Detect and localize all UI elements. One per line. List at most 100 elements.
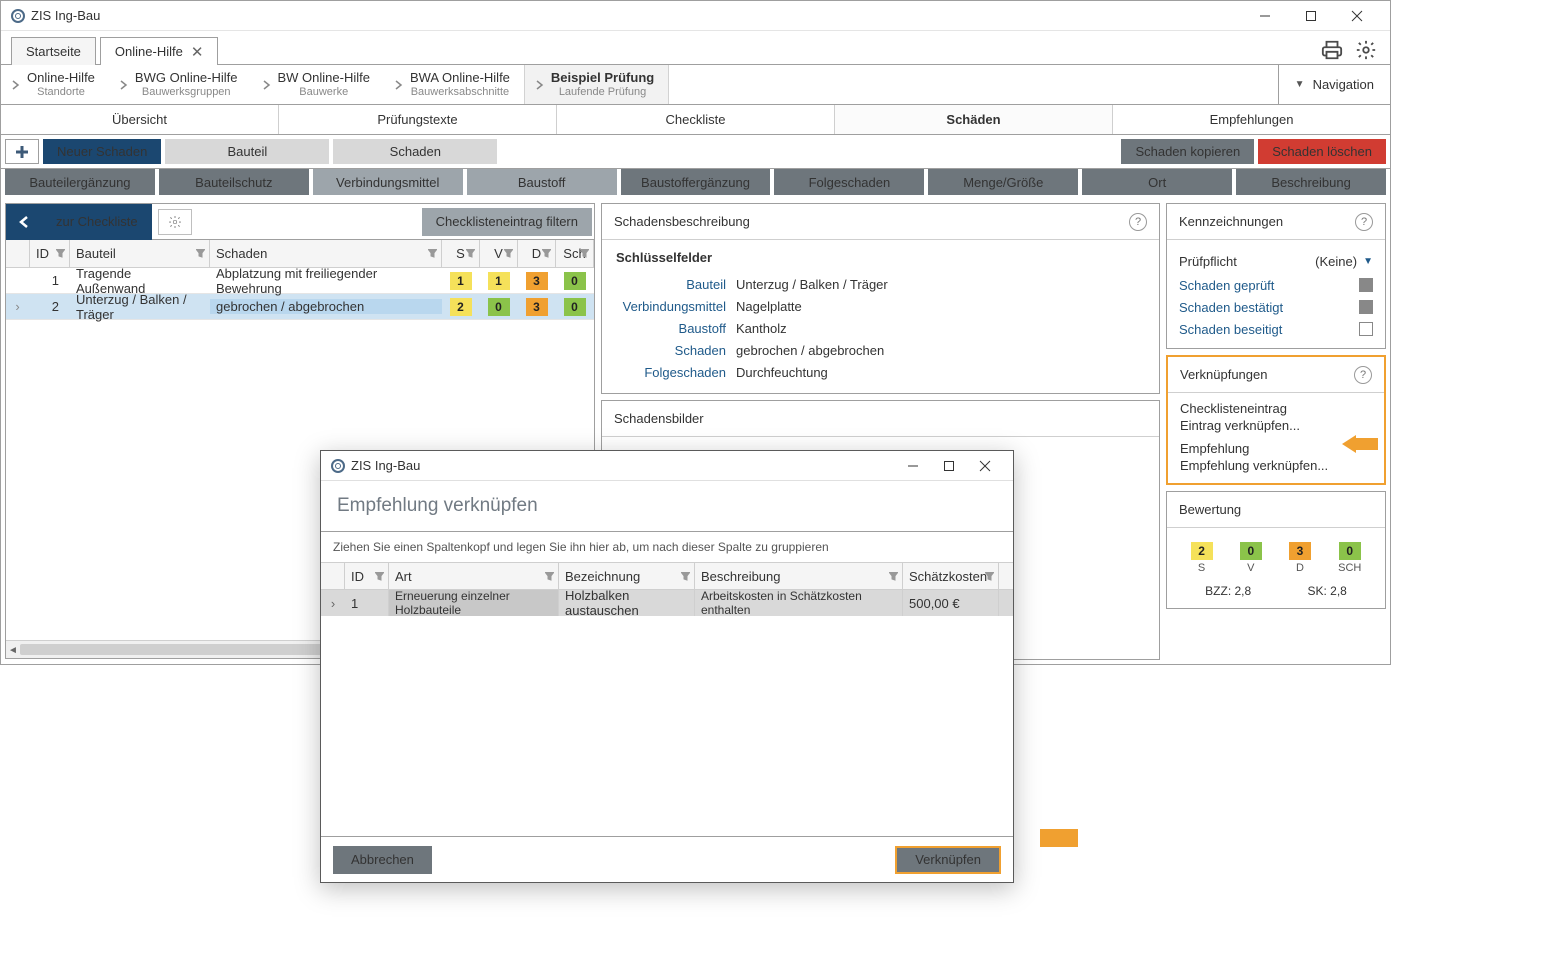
copy-damage-button[interactable]: Schaden kopieren [1121,139,1254,164]
print-icon[interactable] [1318,36,1346,64]
tab-online-hilfe[interactable]: Online-Hilfe ✕ [100,37,219,65]
tab-uebersicht[interactable]: Übersicht [1,105,279,134]
col-d[interactable]: D [518,240,556,267]
schaden-button[interactable]: Schaden [333,139,497,164]
breadcrumb-item[interactable]: BWG Online-HilfeBauwerksgruppen [109,65,252,104]
breadcrumb-item[interactable]: Online-HilfeStandorte [1,65,109,104]
breadcrumb: Online-HilfeStandorte BWG Online-HilfeBa… [1,65,1390,105]
page-tabs: Startseite Online-Hilfe ✕ [1,31,1390,65]
filter-icon[interactable] [580,246,589,261]
close-button[interactable] [1334,1,1380,31]
damage-description-panel: Schadensbeschreibung ? Schlüsselfelder B… [601,203,1160,394]
chevron-right-icon [388,80,410,90]
expand-icon[interactable]: › [6,299,30,314]
filter-icon[interactable] [545,569,554,584]
checkbox-bestaetigt[interactable]: Schaden bestätigt [1179,296,1373,318]
link-empfehlung-action[interactable]: Empfehlung verknüpfen... [1180,458,1372,473]
col-bezeichnung[interactable]: Bezeichnung [559,563,695,589]
col-art[interactable]: Art [389,563,559,589]
new-damage-button[interactable]: Neuer Schaden [43,139,161,164]
col-beschreibung[interactable]: Beschreibung [695,563,903,589]
help-icon[interactable]: ? [1129,213,1147,231]
scroll-left-icon[interactable]: ◄ [6,641,20,659]
panel-title: Schadensbeschreibung [614,214,750,229]
triangle-down-icon: ▼ [1295,79,1305,90]
delete-damage-button[interactable]: Schaden löschen [1258,139,1386,164]
minimize-button[interactable] [1242,1,1288,31]
bauteil-button[interactable]: Bauteil [165,139,329,164]
breadcrumb-item-current[interactable]: Beispiel PrüfungLaufende Prüfung [524,65,669,104]
app-icon [331,459,345,473]
checkbox-icon [1359,278,1373,292]
dialog-heading: Empfehlung verknüpfen [321,481,1013,532]
table-row-selected[interactable]: › 2 Unterzug / Balken / Träger gebrochen… [6,294,594,320]
gear-icon[interactable] [1352,36,1380,64]
attr-verbindungsmittel[interactable]: Verbindungsmittel [313,169,463,195]
callout-marker [1040,829,1078,847]
checklist-filter-button[interactable]: Checklisteneintrag filtern [422,208,592,236]
links-panel: Verknüpfungen? Checklisteneintrag Eintra… [1166,355,1386,485]
checkbox-beseitigt[interactable]: Schaden beseitigt [1179,318,1373,340]
link-checklist[interactable]: Checklisteneintrag [1180,401,1372,416]
modal-table-row[interactable]: › 1 Erneuerung einzelner Holzbauteile Ho… [321,590,1013,616]
attr-ort[interactable]: Ort [1082,169,1232,195]
chevron-down-icon: ▼ [1363,256,1373,267]
cancel-button[interactable]: Abbrechen [333,846,432,874]
filter-icon[interactable] [428,246,437,261]
attr-bauteilschutz[interactable]: Bauteilschutz [159,169,309,195]
maximize-button[interactable] [1288,1,1334,31]
maximize-button[interactable] [931,451,967,481]
link-button[interactable]: Verknüpfen [895,846,1001,874]
col-sch[interactable]: Sch [556,240,594,267]
tab-checkliste[interactable]: Checkliste [557,105,835,134]
breadcrumb-item[interactable]: BW Online-HilfeBauwerke [252,65,384,104]
to-checklist-button[interactable]: zur Checkliste [42,204,152,240]
navigation-toggle[interactable]: ▼ Navigation [1278,65,1390,104]
attr-baustoffergaenzung[interactable]: Baustoffergänzung [621,169,771,195]
close-icon[interactable]: ✕ [191,43,204,61]
sk-value: SK: 2,8 [1307,584,1346,598]
filter-icon[interactable] [375,569,384,584]
filter-icon[interactable] [466,246,475,261]
attr-bauteilergaenzung[interactable]: Bauteilergänzung [5,169,155,195]
col-id[interactable]: ID [30,240,70,267]
attr-folgeschaden[interactable]: Folgeschaden [774,169,924,195]
link-recommendation-dialog: ZIS Ing-Bau Empfehlung verknüpfen Ziehen… [320,450,1014,883]
callout-arrow-icon [1342,435,1378,456]
table-row[interactable]: 1 Tragende Außenwand Abplatzung mit frei… [6,268,594,294]
col-schaetzkosten[interactable]: Schätzkosten [903,563,999,589]
help-icon[interactable]: ? [1355,213,1373,231]
col-bauteil[interactable]: Bauteil [70,240,210,267]
expand-icon[interactable]: › [321,596,345,611]
filter-icon[interactable] [56,246,65,261]
col-id[interactable]: ID [345,563,389,589]
filter-icon[interactable] [889,569,898,584]
minimize-button[interactable] [895,451,931,481]
back-button[interactable] [6,204,42,240]
col-schaden[interactable]: Schaden [210,240,442,267]
attr-beschreibung[interactable]: Beschreibung [1236,169,1386,195]
filter-icon[interactable] [681,569,690,584]
checkbox-geprueft[interactable]: Schaden geprüft [1179,274,1373,296]
tab-schaeden[interactable]: Schäden [835,105,1113,134]
breadcrumb-item[interactable]: BWA Online-HilfeBauwerksabschnitte [384,65,524,104]
add-button[interactable] [5,139,39,164]
link-checklist-action[interactable]: Eintrag verknüpfen... [1180,418,1372,433]
filter-icon[interactable] [196,246,205,261]
filter-icon[interactable] [542,246,551,261]
help-icon[interactable]: ? [1354,366,1372,384]
col-v[interactable]: V [480,240,518,267]
pruefpflicht-select[interactable]: Prüfpflicht (Keine) ▼ [1179,248,1373,274]
dialog-title: ZIS Ing-Bau [351,458,420,473]
attr-baustoff[interactable]: Baustoff [467,169,617,195]
close-button[interactable] [967,451,1003,481]
filter-icon[interactable] [504,246,513,261]
col-s[interactable]: S [442,240,480,267]
tab-empfehlungen[interactable]: Empfehlungen [1113,105,1390,134]
panel-title: Bewertung [1179,502,1241,517]
tab-startseite[interactable]: Startseite [11,37,96,65]
list-settings-button[interactable] [158,209,192,235]
tab-pruefungstexte[interactable]: Prüfungstexte [279,105,557,134]
filter-icon[interactable] [985,569,994,584]
attr-menge[interactable]: Menge/Größe [928,169,1078,195]
